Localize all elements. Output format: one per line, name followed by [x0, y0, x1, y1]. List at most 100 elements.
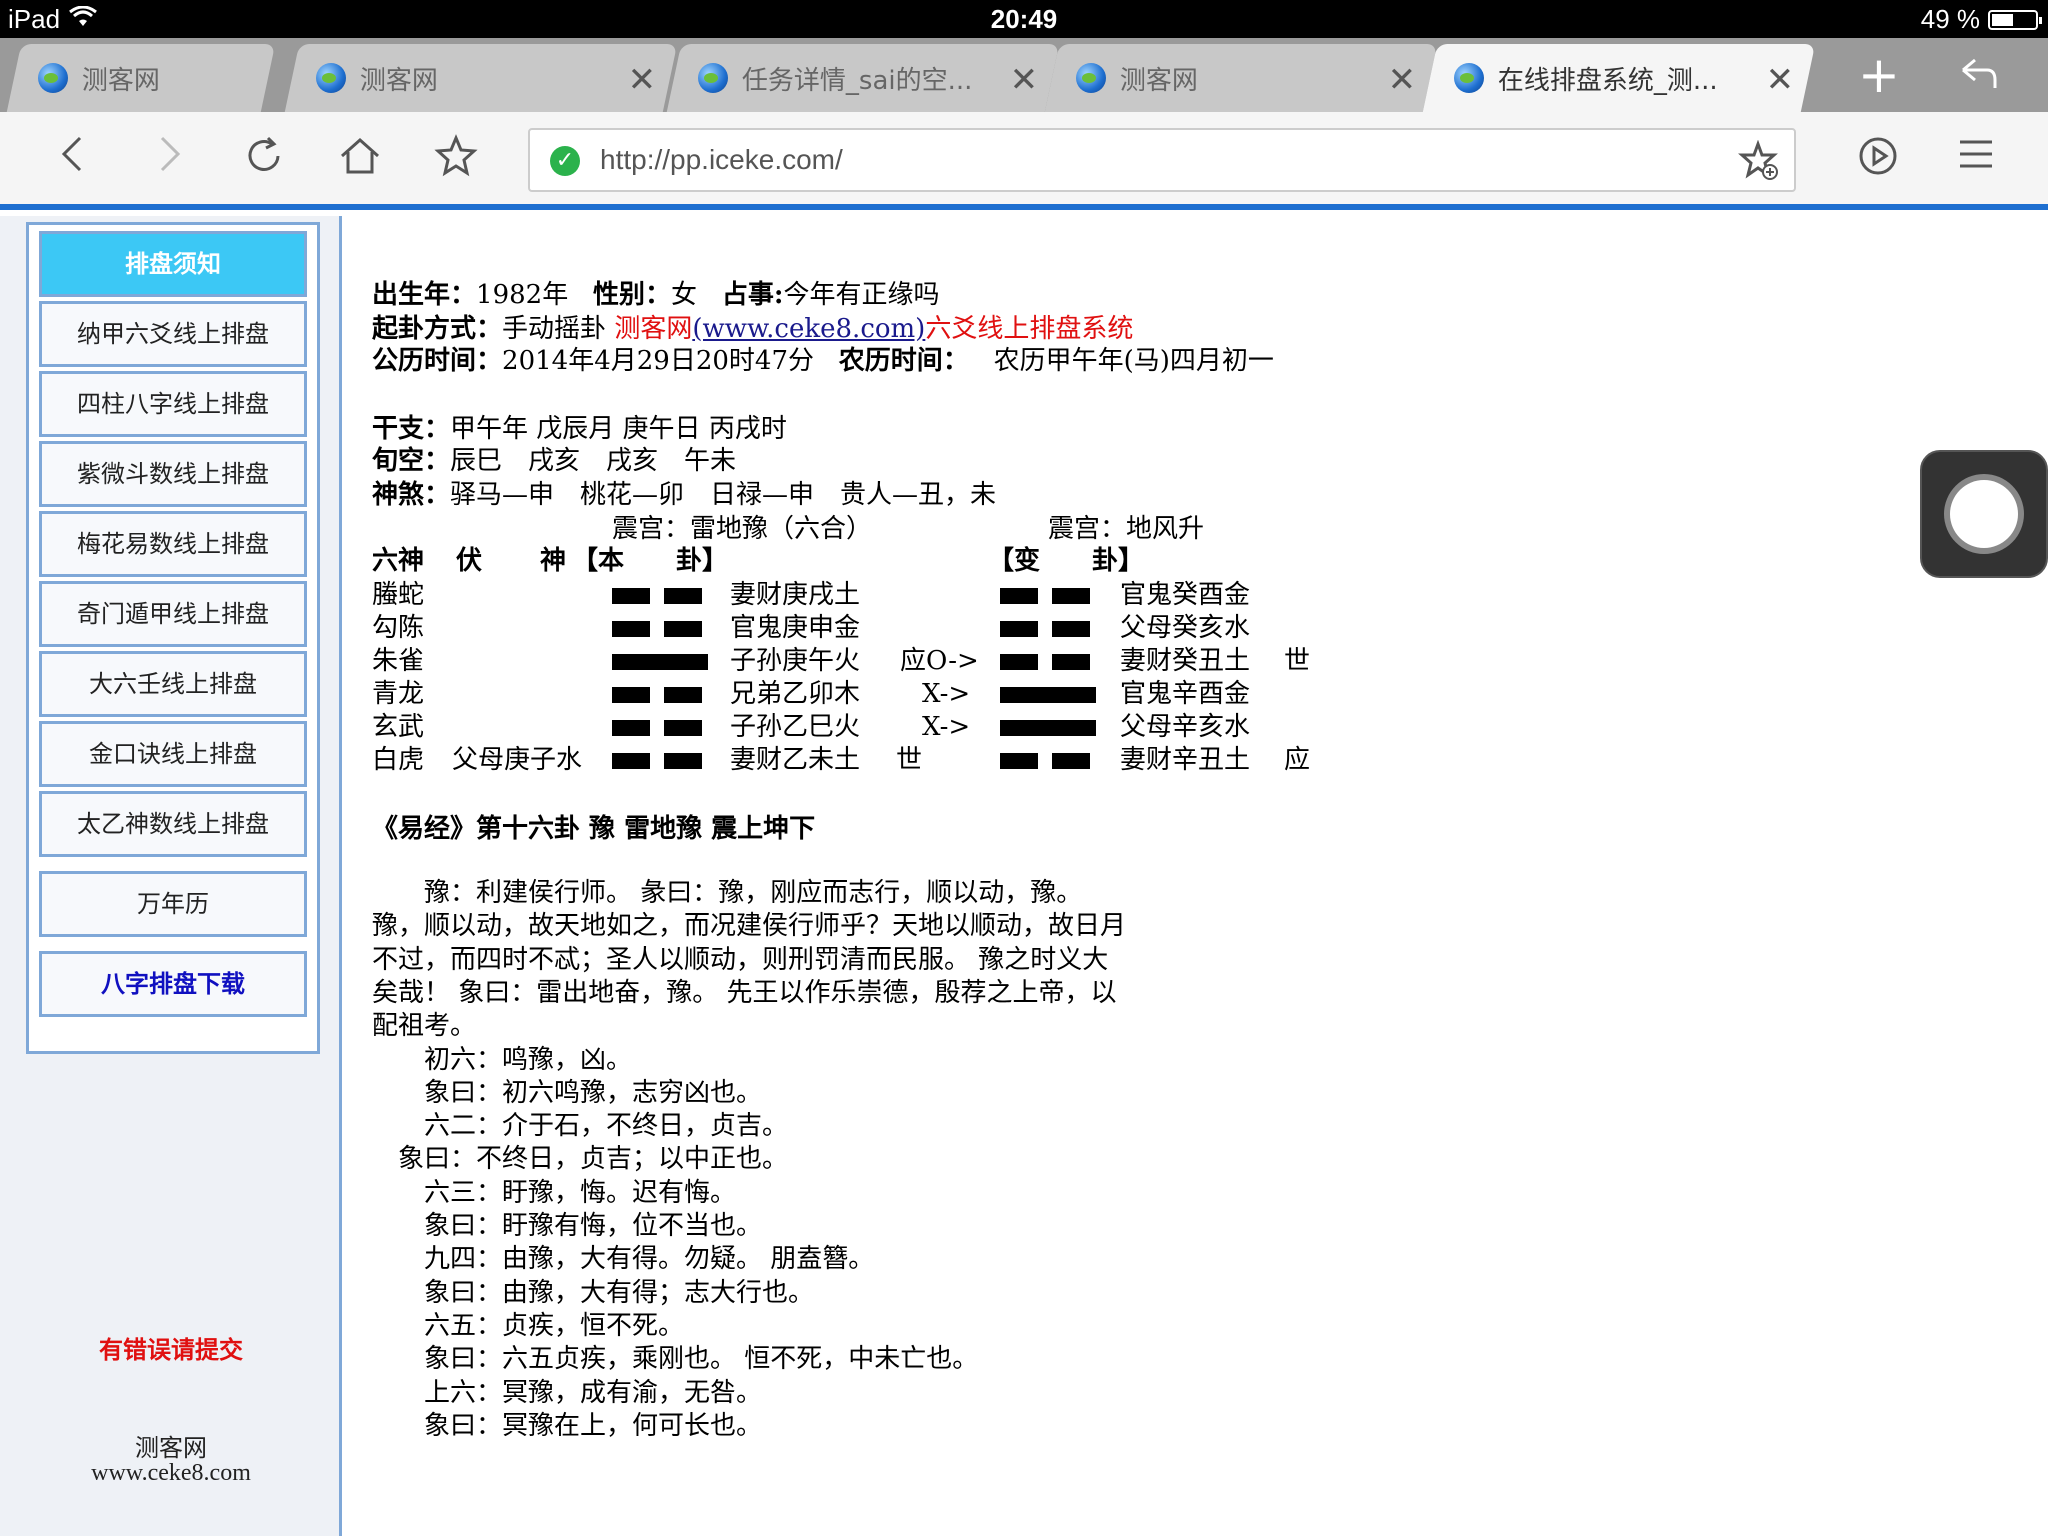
tab-title: 任务详情_sai的空...	[742, 65, 973, 96]
row-liushen: 白虎	[372, 745, 425, 775]
tab-4[interactable]: 测客网 ✕	[1044, 44, 1438, 112]
row-liushen: 朱雀	[372, 646, 425, 676]
yijing-line: 豫，顺以动，故天地如之，而况建侯行师乎？天地以顺动，故日月	[372, 911, 1127, 942]
sidebar-menu: 排盘须知 纳甲六爻线上排盘 四柱八字线上排盘 紫微斗数线上排盘 梅花易数线上排盘 奇门遁甲…	[26, 222, 320, 1054]
row-mark: X->	[922, 679, 971, 709]
assistive-touch-button[interactable]	[1920, 450, 2048, 578]
back-icon[interactable]	[48, 134, 100, 186]
xunkong-line: 旬空：辰巳 戌亥 戌亥 午未	[372, 446, 737, 476]
row-mark: X->	[922, 712, 971, 742]
globe-icon	[698, 63, 728, 93]
tab-2[interactable]: 测客网 ✕	[284, 44, 678, 112]
yijing-line: 象曰：初六鸣豫，志穷凶也。	[372, 1077, 763, 1108]
reload-icon[interactable]	[238, 134, 290, 186]
sidebar-item-10[interactable]: 万年历	[39, 871, 307, 937]
row-bian-text: 父母癸亥水	[1120, 613, 1251, 643]
sidebar-item-8[interactable]: 金口诀线上排盘	[39, 721, 307, 787]
shensha-line: 神煞：驿马—申 桃花—卯 日禄—申 贵人—丑，未	[372, 480, 997, 510]
close-tab-icon[interactable]: ✕	[1387, 60, 1416, 100]
bian-yao-line	[1000, 753, 1096, 769]
time-line: 公历时间：2014年4月29日20时47分 农历时间： 农历甲午年(马)四月初一	[372, 346, 1274, 376]
yijing-line: 象曰：盱豫有悔，位不当也。	[372, 1211, 763, 1241]
header-bian-gua: 【变 卦】	[988, 546, 1145, 576]
sidebar-item-5[interactable]: 梅花易数线上排盘	[39, 511, 307, 577]
header-ben-gua: 【本 卦】	[572, 546, 729, 576]
globe-icon	[38, 63, 68, 93]
row-bian-text: 官鬼辛酉金	[1120, 679, 1251, 709]
add-favorite-icon[interactable]	[1738, 139, 1780, 191]
sidebar-item-4[interactable]: 紫微斗数线上排盘	[39, 441, 307, 507]
row-ben-text: 妻财乙未土	[730, 745, 861, 775]
sidebar-item-9[interactable]: 太乙神数线上排盘	[39, 791, 307, 857]
yijing-line: 象曰：由豫，大有得；志大行也。	[372, 1277, 815, 1308]
tab-bar: 测客网 测客网 ✕ 任务详情_sai的空... ✕ 测客网 ✕ 在线排盘系统_测... ✕	[0, 38, 2048, 112]
tab-3[interactable]: 任务详情_sai的空... ✕	[666, 44, 1060, 112]
tab-1[interactable]: 测客网	[6, 44, 276, 112]
ben-yao-line	[612, 687, 708, 703]
browser-toolbar: ✓ http://pp.iceke.com/	[0, 112, 2048, 210]
ben-yao-line	[612, 621, 708, 637]
yijing-line: 不过，而四时不忒；圣人以顺动，则刑罚清而民服。 豫之时义大	[372, 944, 1109, 975]
row-mark: 世	[896, 745, 923, 775]
ben-palace: 震宫：雷地豫（六合）	[612, 514, 873, 544]
bian-palace: 震宫：地风升	[1048, 514, 1205, 544]
sidebar-item-3[interactable]: 四柱八字线上排盘	[39, 371, 307, 437]
menu-icon[interactable]	[1950, 134, 2002, 186]
yijing-line: 六二：介于石，不终日，贞吉。	[372, 1111, 789, 1142]
yijing-line: 六三：盱豫，悔。迟有悔。	[372, 1177, 737, 1208]
yijing-line: 豫：利建侯行师。 彖曰：豫，刚应而志行，顺以动，豫。	[372, 878, 1083, 908]
yijing-line: 上六：冥豫，成有渝，无咎。	[372, 1377, 763, 1408]
header-liushen: 六神	[372, 546, 425, 576]
url-text[interactable]: http://pp.iceke.com/	[600, 144, 843, 176]
globe-icon	[1076, 63, 1106, 93]
header-fu: 伏	[456, 546, 483, 576]
new-tab-button[interactable]: +	[1834, 38, 1924, 112]
row-ben-text: 官鬼庚申金	[730, 613, 861, 643]
secure-shield-icon: ✓	[550, 146, 580, 176]
row-liushen: 青龙	[372, 679, 425, 709]
address-bar[interactable]: ✓ http://pp.iceke.com/	[528, 128, 1796, 192]
ben-yao-line	[612, 753, 708, 769]
bian-yao-line	[1000, 720, 1096, 736]
tab-title: 测客网	[1120, 65, 1199, 96]
globe-icon	[1454, 63, 1484, 93]
globe-icon	[316, 63, 346, 93]
close-tab-icon[interactable]: ✕	[1009, 60, 1037, 100]
error-report-link[interactable]: 有错误请提交	[0, 1330, 342, 1365]
yijing-line: 初六：鸣豫，凶。	[372, 1044, 633, 1075]
video-play-icon[interactable]	[1852, 134, 1904, 186]
row-bian-text: 妻财辛丑土	[1120, 745, 1251, 775]
bian-yao-line	[1000, 654, 1096, 670]
sidebar-item-7[interactable]: 大六壬线上排盘	[39, 651, 307, 717]
row-liushen: 玄武	[372, 712, 425, 742]
row-ben-text: 妻财庚戌土	[730, 580, 861, 610]
row-ben-text: 兄弟乙卯木	[730, 679, 861, 709]
battery-icon	[1988, 9, 2042, 30]
sidebar-item-11[interactable]: 八字排盘下载	[39, 951, 307, 1017]
row-shiying: 世	[1284, 646, 1311, 676]
back-tab-icon[interactable]	[1934, 38, 2024, 112]
row-bian-text: 父母辛亥水	[1120, 712, 1251, 742]
method-line: 起卦方式：手动摇卦 测客网(www.ceke8.com)六爻线上排盘系统	[372, 314, 1134, 344]
tab-5[interactable]: 在线排盘系统_测... ✕	[1422, 44, 1816, 112]
sidebar-item-6[interactable]: 奇门遁甲线上排盘	[39, 581, 307, 647]
bookmark-star-icon[interactable]	[430, 134, 482, 186]
tab-title: 测客网	[360, 65, 439, 96]
close-tab-icon[interactable]: ✕	[627, 60, 656, 100]
yijing-line: 矣哉！ 象曰：雷出地奋，豫。 先王以作乐崇德，殷荐之上帝，以	[372, 977, 1117, 1008]
close-tab-icon[interactable]: ✕	[1765, 60, 1794, 100]
sidebar-item-1[interactable]: 排盘须知	[39, 231, 307, 297]
bian-yao-line	[1000, 588, 1096, 604]
forward-icon[interactable]	[142, 134, 194, 186]
yijing-line: 配祖考。	[372, 1011, 477, 1042]
sidebar: 排盘须知 纳甲六爻线上排盘 四柱八字线上排盘 紫微斗数线上排盘 梅花易数线上排盘 奇门遁甲…	[0, 216, 342, 1536]
clock: 20:49	[990, 4, 1058, 34]
home-icon[interactable]	[334, 134, 386, 186]
sidebar-item-2[interactable]: 纳甲六爻线上排盘	[39, 301, 307, 367]
yijing-line: 象曰：不终日，贞吉；以中正也。	[372, 1144, 789, 1175]
header-shen: 神	[540, 546, 567, 576]
site-link[interactable]: (www.ceke8.com)	[692, 314, 925, 344]
bian-yao-line	[1000, 621, 1096, 637]
row-bian-text: 官鬼癸酉金	[1120, 580, 1251, 610]
yijing-line: 象曰：冥豫在上，何可长也。	[372, 1410, 763, 1441]
